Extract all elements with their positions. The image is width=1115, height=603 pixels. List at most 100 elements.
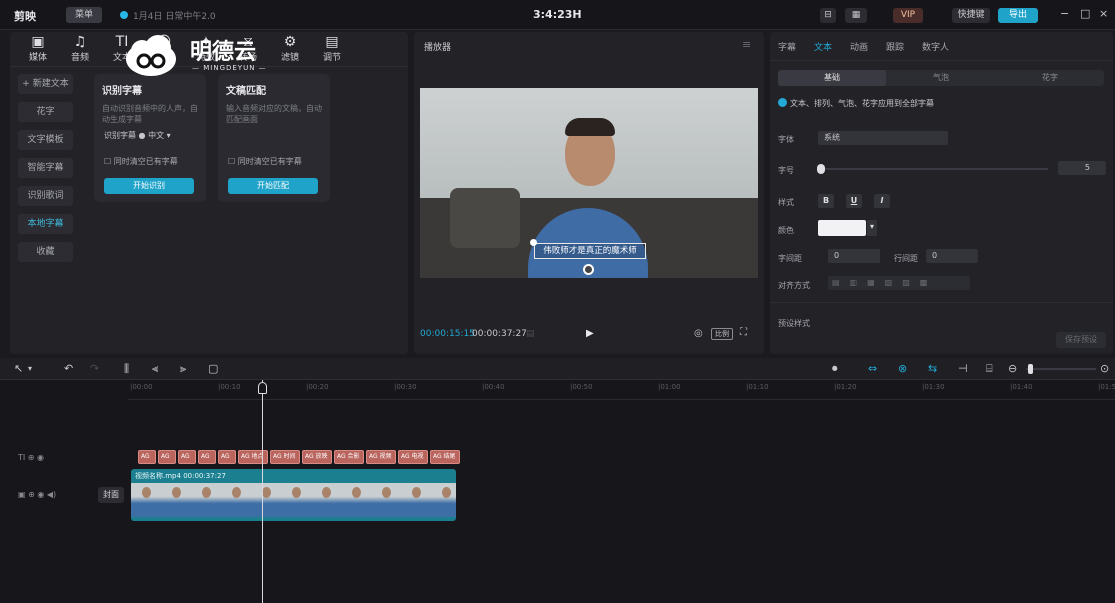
chevron-down-icon[interactable]: ▾ [28, 364, 32, 373]
shortcut-button[interactable]: 快捷键 [952, 8, 990, 23]
play-icon[interactable]: ▶ [586, 328, 594, 339]
microphone-icon[interactable]: ⏺ [832, 362, 838, 376]
rotate-handle-icon[interactable] [583, 264, 594, 275]
segment-basic[interactable]: 基础 [778, 70, 886, 86]
spacing-input[interactable]: 0 [828, 249, 880, 263]
timecode-list-icon[interactable]: ▤ [526, 329, 535, 339]
sidebar-item-templates[interactable]: 文字模板 [18, 130, 73, 150]
color-dropdown-icon[interactable]: ▾ [867, 220, 877, 236]
color-swatch[interactable] [818, 220, 866, 236]
preview-axis-icon[interactable]: ⊣ [958, 362, 968, 375]
subtitle-clip[interactable]: AG 放映 [302, 450, 332, 464]
maximize-button[interactable]: □ [1080, 7, 1090, 20]
subtitle-clip[interactable]: AG [218, 450, 236, 464]
tool-audio[interactable]: ♫ 音频 [60, 34, 100, 63]
split-left-icon[interactable]: ⫷ [152, 362, 158, 376]
export-button[interactable]: 导出 [998, 8, 1038, 23]
split-right-icon[interactable]: ⫸ [180, 362, 186, 376]
clear-existing-checkbox[interactable]: ☐ 同时清空已有字幕 [104, 156, 178, 167]
zoom-slider-handle[interactable] [1028, 364, 1033, 374]
menu-button[interactable]: 菜单 [66, 7, 102, 23]
subtitle-clip[interactable]: AG 视频 [366, 450, 396, 464]
video-clip[interactable]: 视频名称.mp4 00:00:37:27 [131, 469, 456, 521]
resize-handle[interactable] [530, 239, 537, 246]
vip-badge[interactable]: VIP [893, 8, 923, 23]
fullscreen-icon[interactable]: ⛶ [740, 327, 747, 338]
sidebar-item-new-text[interactable]: + 新建文本 [18, 74, 73, 94]
start-recognize-button[interactable]: 开始识别 [104, 178, 194, 194]
layout-icon[interactable]: ⊟ [820, 8, 836, 23]
autosave-indicator [120, 11, 128, 19]
apply-all-radio[interactable] [778, 98, 787, 107]
underline-button[interactable]: U [846, 194, 862, 208]
sidebar-item-favorites[interactable]: 收藏 [18, 242, 73, 262]
split-icon[interactable]: ⫼ [124, 362, 129, 376]
language-select[interactable]: 识别字幕 ● 中文 ▾ [104, 130, 171, 141]
tab-animation[interactable]: 动画 [850, 40, 868, 53]
redo-icon[interactable]: ↷ [90, 362, 99, 375]
size-slider-handle[interactable] [817, 164, 825, 174]
close-button[interactable]: × [1099, 7, 1108, 20]
segment-fancy[interactable]: 花字 [996, 70, 1104, 86]
divider [770, 302, 1113, 303]
tab-text[interactable]: 文本 [814, 40, 832, 53]
tab-tracking[interactable]: 跟踪 [886, 40, 904, 53]
save-preset-button[interactable]: 保存预设 [1056, 332, 1106, 348]
select-tool-icon[interactable]: ↖ [14, 362, 23, 375]
sidebar-item-lyrics[interactable]: 识别歌词 [18, 186, 73, 206]
zoom-out-icon[interactable]: ⊖ [1008, 362, 1017, 375]
playhead-handle[interactable] [258, 382, 267, 394]
segment-bubble[interactable]: 气泡 [887, 70, 995, 86]
tool-media[interactable]: ▣ 媒体 [18, 34, 58, 63]
player-menu-icon[interactable]: ≡ [742, 38, 751, 51]
subtitle-overlay[interactable]: 伟败师才是真正的魔术师 [534, 243, 646, 259]
tab-digital-human[interactable]: 数字人 [922, 40, 949, 53]
subtitle-clip[interactable]: AG 时间 [270, 450, 300, 464]
link-main-track-icon[interactable]: ⇔ [868, 362, 877, 375]
align-buttons[interactable]: ▤▥▦▧▨▩ [828, 276, 970, 290]
size-slider[interactable] [818, 168, 1048, 170]
display-icon[interactable]: ▦ [845, 8, 867, 23]
sidebar-item-fancy-text[interactable]: 花字 [18, 102, 73, 122]
delete-icon[interactable]: ▢ [208, 362, 218, 375]
current-time: 00:00:15:15 [420, 329, 475, 339]
playhead[interactable] [262, 380, 263, 603]
line-spacing-input[interactable]: 0 [926, 249, 978, 263]
video-track-controls[interactable]: ▣ ⊕ ◉ ◀) [18, 490, 56, 499]
subtitle-clip[interactable]: AG [178, 450, 196, 464]
tool-adjust[interactable]: ▤ 调节 [312, 34, 352, 63]
subtitle-clip[interactable]: AG [158, 450, 176, 464]
linkage-icon[interactable]: ⇆ [928, 362, 937, 375]
timeline[interactable]: |00:00 |00:10 |00:20 |00:30 |00:40 |00:50 |01:… [0, 380, 1115, 603]
font-select[interactable]: 系统 [818, 131, 948, 145]
clear-existing-checkbox[interactable]: ☐ 同时清空已有字幕 [228, 156, 302, 167]
sidebar-item-smart-subtitle[interactable]: 智能字幕 [18, 158, 73, 178]
fit-icon[interactable]: ◎ [694, 328, 703, 339]
subtitle-clip[interactable]: AG 结尾 [430, 450, 460, 464]
ratio-button[interactable]: 比例 [711, 328, 733, 340]
zoom-slider[interactable] [1026, 368, 1096, 370]
start-match-button[interactable]: 开始匹配 [228, 178, 318, 194]
subtitle-clip[interactable]: AG 地点 [238, 450, 268, 464]
size-input[interactable]: 5 [1058, 161, 1106, 175]
undo-icon[interactable]: ↶ [64, 362, 73, 375]
cover-button[interactable]: 封面 [98, 487, 124, 503]
text-track-controls[interactable]: TI ⊕ ◉ [18, 453, 44, 462]
subtitle-clip[interactable]: AG [198, 450, 216, 464]
apply-all-label: 文本、排列、气泡、花字应用到全部字幕 [790, 99, 934, 108]
subtitle-clip[interactable]: AG 电视 [398, 450, 428, 464]
audio-icon: ♫ [73, 34, 87, 50]
zoom-in-icon[interactable]: ⊙ [1100, 362, 1109, 375]
caption-icon[interactable]: ⌸ [986, 362, 993, 376]
italic-button[interactable]: I [874, 194, 890, 208]
thumbnail-face [442, 487, 451, 498]
magnet-icon[interactable]: ⊗ [898, 362, 907, 375]
video-preview[interactable]: 伟败师才是真正的魔术师 [420, 88, 758, 278]
bold-button[interactable]: B [818, 194, 834, 208]
tab-subtitle[interactable]: 字幕 [778, 40, 796, 53]
sidebar-item-local-subtitle[interactable]: 本地字幕 [18, 214, 73, 234]
subtitle-clip[interactable]: AG 合影 [334, 450, 364, 464]
minimize-button[interactable]: − [1060, 7, 1069, 20]
subtitle-clip[interactable]: AG [138, 450, 156, 464]
time-ruler[interactable] [128, 380, 1115, 400]
